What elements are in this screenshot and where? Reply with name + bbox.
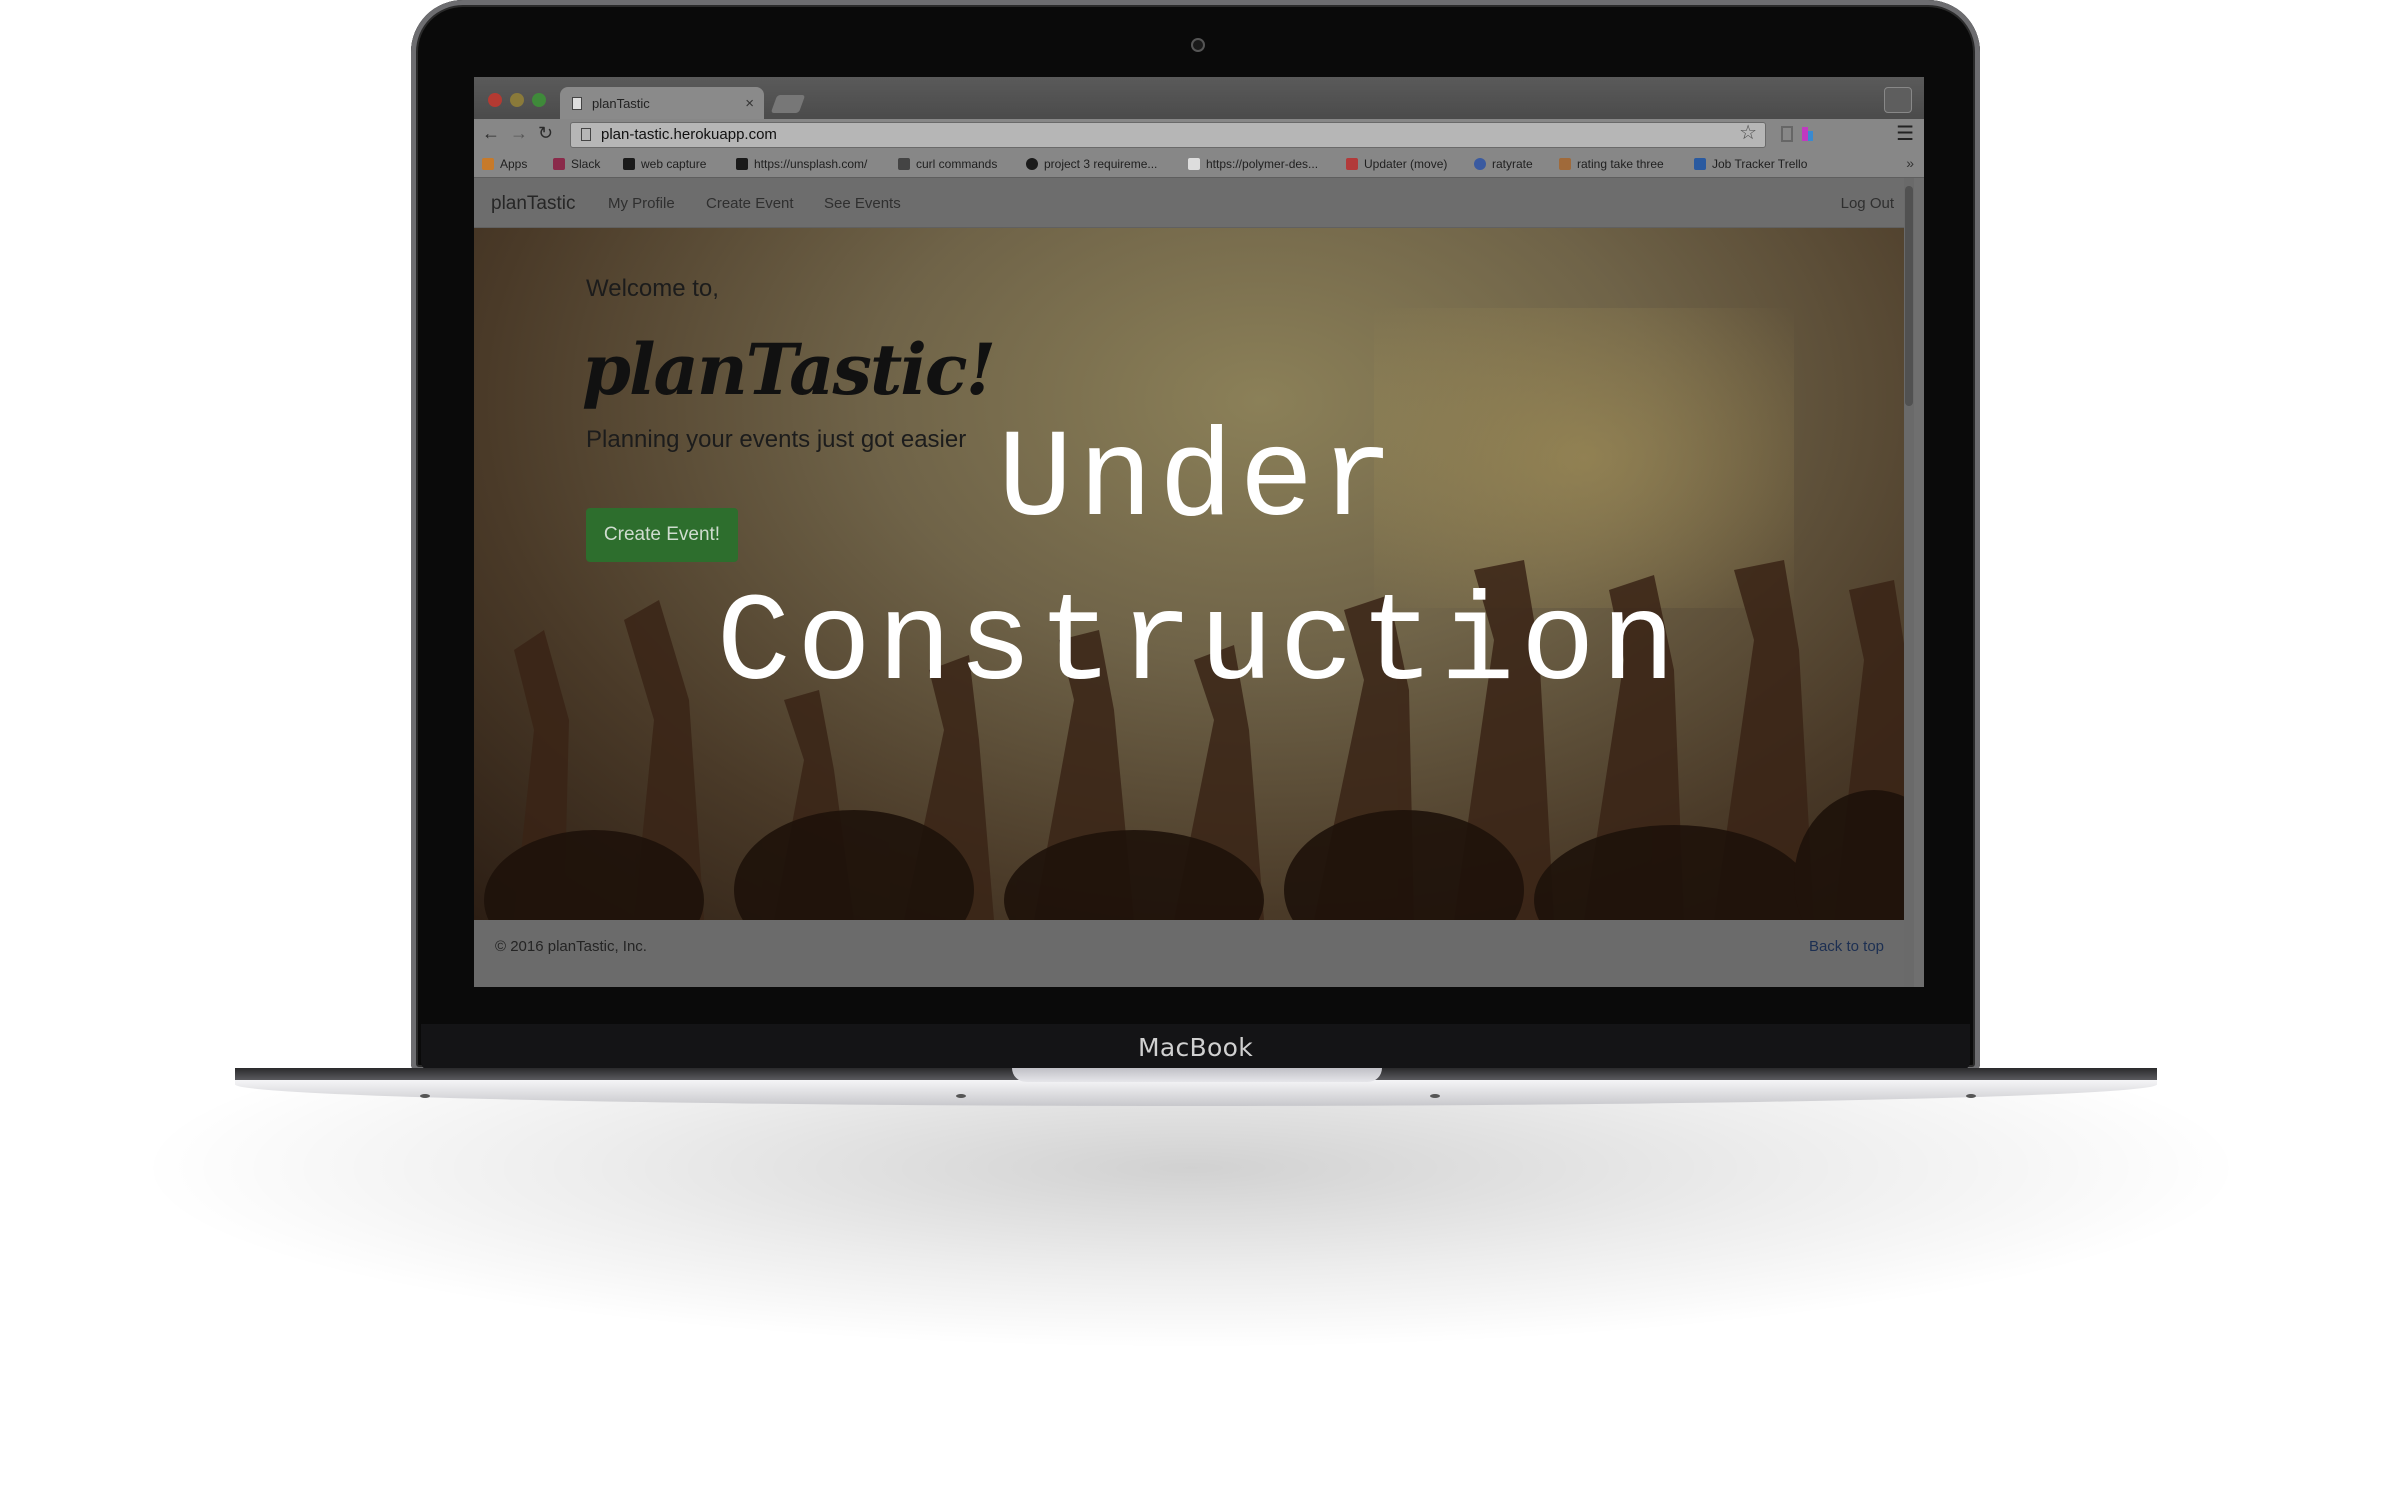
nav-create-event[interactable]: Create Event [706, 195, 794, 212]
bookmark-slack[interactable]: Slack [553, 157, 600, 171]
trello-icon [1694, 158, 1706, 170]
page-icon [572, 97, 582, 110]
back-arrow-icon[interactable]: ← [482, 123, 500, 144]
puzzle-icon [1559, 158, 1571, 170]
scrollbar-thumb[interactable] [1905, 186, 1913, 406]
site-logo: planTastic! [582, 328, 996, 411]
extension-icon[interactable] [1800, 125, 1814, 143]
list-icon [1346, 158, 1358, 170]
page-icon [581, 128, 591, 141]
slack-icon [553, 158, 565, 170]
capture-icon [623, 158, 635, 170]
bookmark-updater[interactable]: Updater (move) [1346, 157, 1447, 171]
laptop-opening-notch [1012, 1068, 1382, 1082]
bookmark-ratyrate[interactable]: ratyrate [1474, 157, 1533, 171]
bookmark-project-3[interactable]: project 3 requireme... [1026, 157, 1157, 171]
site-brand-link[interactable]: planTastic [491, 193, 576, 215]
profile-icon[interactable] [1884, 87, 1912, 113]
back-to-top-link[interactable]: Back to top [1809, 938, 1884, 955]
slash-icon [898, 158, 910, 170]
nav-my-profile[interactable]: My Profile [608, 195, 675, 212]
welcome-text: Welcome to, [586, 275, 719, 302]
laptop-foot [956, 1094, 966, 1098]
laptop-chin: MacBook [421, 1024, 1970, 1070]
new-tab-button[interactable] [770, 95, 806, 113]
camera-icon [736, 158, 748, 170]
bookmark-star-icon[interactable]: ☆ [1739, 121, 1757, 145]
bookmark-apps[interactable]: Apps [482, 157, 527, 171]
close-window-button[interactable] [488, 93, 502, 107]
nav-see-events[interactable]: See Events [824, 195, 901, 212]
browser-tab[interactable]: planTastic × [560, 87, 764, 121]
under-construction-overlay: Under Construction [474, 400, 1924, 728]
tab-title: planTastic [592, 96, 650, 111]
forward-arrow-icon[interactable]: → [510, 123, 528, 144]
device-shadow [130, 1090, 2252, 1350]
extension-icon[interactable] [1780, 125, 1794, 143]
github-icon [1026, 158, 1038, 170]
browser-titlebar: planTastic × [474, 77, 1924, 121]
globe-icon [1474, 158, 1486, 170]
site-navbar: planTastic My Profile Create Event See E… [474, 178, 1914, 228]
menu-icon[interactable]: ☰ [1896, 121, 1914, 146]
bookmark-unsplash[interactable]: https://unsplash.com/ [736, 157, 867, 171]
bookmark-web-capture[interactable]: web capture [623, 157, 706, 171]
bookmark-job-tracker[interactable]: Job Tracker Trello [1694, 157, 1807, 171]
copyright-text: © 2016 planTastic, Inc. [495, 938, 647, 955]
address-bar[interactable]: plan-tastic.herokuapp.com ☆ [570, 122, 1766, 148]
overlay-line-2: Construction [716, 576, 1682, 716]
bookmark-rating-take-three[interactable]: rating take three [1559, 157, 1664, 171]
reload-icon[interactable]: ↻ [538, 123, 553, 144]
apps-grid-icon [482, 158, 494, 170]
page-icon [1188, 158, 1200, 170]
logout-link[interactable]: Log Out [1841, 195, 1894, 212]
browser-toolbar: ← → ↻ plan-tastic.herokuapp.com ☆ ☰ [474, 119, 1924, 151]
url-text: plan-tastic.herokuapp.com [601, 126, 777, 143]
maximize-window-button[interactable] [532, 93, 546, 107]
device-brand-label: MacBook [1138, 1033, 1253, 1062]
laptop-foot [420, 1094, 430, 1098]
webcam [1191, 38, 1205, 52]
site-footer: © 2016 planTastic, Inc. Back to top [474, 920, 1905, 987]
close-tab-icon[interactable]: × [745, 87, 754, 121]
laptop-foot [1430, 1094, 1440, 1098]
overlay-line-1: Under [997, 412, 1401, 552]
laptop-foot [1966, 1094, 1976, 1098]
bookmark-curl-commands[interactable]: curl commands [898, 157, 997, 171]
bookmark-polymer[interactable]: https://polymer-des... [1188, 157, 1318, 171]
bookmarks-bar: Apps Slack web capture https://unsplash.… [474, 151, 1924, 178]
minimize-window-button[interactable] [510, 93, 524, 107]
bookmarks-overflow-button[interactable]: » [1906, 155, 1914, 171]
